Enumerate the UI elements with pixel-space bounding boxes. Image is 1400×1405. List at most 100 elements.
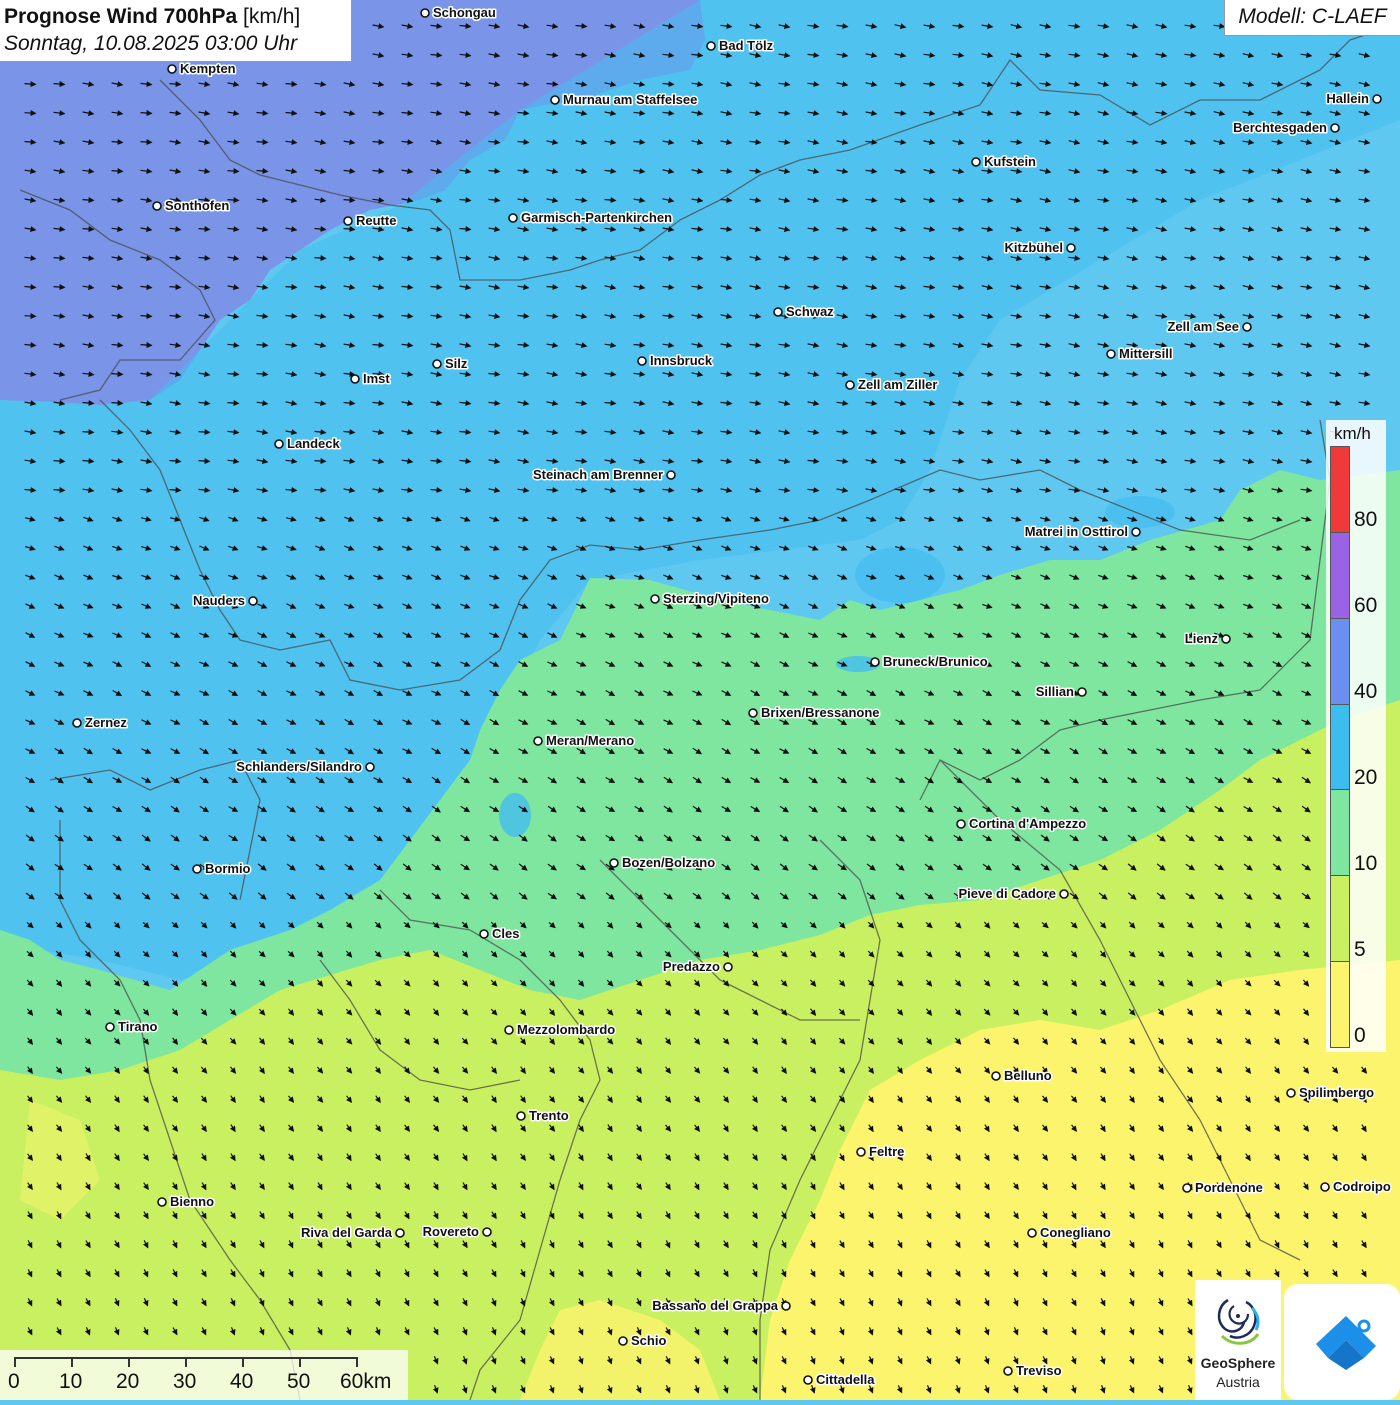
city-dot[interactable] <box>845 380 855 390</box>
city-label: Pieve di Cadore <box>958 886 1056 901</box>
city-label: Berchtesgaden <box>1233 120 1327 135</box>
city-dot[interactable] <box>479 929 489 939</box>
legend-tick: 0 <box>1354 1024 1366 1047</box>
city-dot[interactable] <box>167 64 177 74</box>
city-label: Bozen/Bolzano <box>622 855 715 870</box>
wind-arrow <box>256 139 269 146</box>
city-label: Bad Tölz <box>719 38 774 53</box>
city-dot[interactable] <box>1106 349 1116 359</box>
geosphere-logo[interactable]: GeoSphere Austria <box>1195 1280 1281 1400</box>
city-dot[interactable] <box>504 1025 514 1035</box>
city-label: Nauders <box>193 593 245 608</box>
wind-arrow <box>140 342 153 349</box>
legend-segment <box>1331 532 1349 619</box>
city-dot[interactable] <box>1131 527 1141 537</box>
city-dot[interactable] <box>650 594 660 604</box>
city-dot[interactable] <box>1372 94 1382 104</box>
city-dot[interactable] <box>192 864 202 874</box>
wind-arrow <box>314 255 327 262</box>
city-dot[interactable] <box>152 201 162 211</box>
city-label: Feltre <box>869 1144 904 1159</box>
city-dot[interactable] <box>533 736 543 746</box>
legend-segment <box>1331 962 1349 1048</box>
city-dot[interactable] <box>1182 1183 1192 1193</box>
city-dot[interactable] <box>637 356 647 366</box>
city-label: Treviso <box>1016 1363 1062 1378</box>
wind-arrow <box>111 371 124 378</box>
city-dot[interactable] <box>1330 123 1340 133</box>
city-dot[interactable] <box>1077 687 1087 697</box>
city-label: Riva del Garda <box>301 1225 393 1240</box>
wind-arrow <box>227 400 240 407</box>
legend-tick: 80 <box>1354 508 1378 531</box>
city-dot[interactable] <box>105 1022 115 1032</box>
city-dot[interactable] <box>1286 1088 1296 1098</box>
scale-bar: 0 10 20 30 40 50 60km <box>0 1350 408 1400</box>
wind-arrow <box>169 81 182 88</box>
city-dot[interactable] <box>1059 889 1069 899</box>
city-dot[interactable] <box>432 359 442 369</box>
city-label: Bruneck/Brunico <box>883 654 988 669</box>
city-label: Schongau <box>433 5 496 20</box>
city-dot[interactable] <box>666 470 676 480</box>
city-dot[interactable] <box>350 374 360 384</box>
city-dot[interactable] <box>609 858 619 868</box>
wind-arrow <box>111 168 124 175</box>
city-label: Reutte <box>356 213 396 228</box>
city-dot[interactable] <box>856 1147 866 1157</box>
city-dot[interactable] <box>482 1227 492 1237</box>
model-label: Modell: C-LAEF <box>1224 0 1400 36</box>
city-label: Sonthofen <box>165 198 229 213</box>
legend-segment <box>1331 618 1349 705</box>
wind-arrow <box>53 284 66 291</box>
city-label: Kufstein <box>984 154 1036 169</box>
city-dot[interactable] <box>1066 243 1076 253</box>
wind-arrow <box>140 110 153 117</box>
city-dot[interactable] <box>248 596 258 606</box>
city-dot[interactable] <box>991 1071 1001 1081</box>
city-label: Bassano del Grappa <box>652 1298 778 1313</box>
city-dot[interactable] <box>803 1375 813 1385</box>
city-dot[interactable] <box>1320 1182 1330 1192</box>
wind-arrow <box>82 226 95 233</box>
wind-map[interactable]: Schongau Bad Tölz Kempten Murnau am Staffel… <box>0 0 1400 1400</box>
city-dot[interactable] <box>395 1228 405 1238</box>
city-dot[interactable] <box>971 157 981 167</box>
city-dot[interactable] <box>781 1301 791 1311</box>
app-logo[interactable] <box>1284 1284 1400 1400</box>
wind-arrow <box>314 458 327 465</box>
city-dot[interactable] <box>420 8 430 18</box>
legend-segment <box>1331 704 1349 791</box>
city-dot[interactable] <box>365 762 375 772</box>
city-dot[interactable] <box>1027 1228 1037 1238</box>
weather-app-icon <box>1316 1316 1376 1370</box>
city-dot[interactable] <box>1003 1366 1013 1376</box>
scale-tick <box>185 1357 187 1367</box>
city-dot[interactable] <box>72 718 82 728</box>
city-dot[interactable] <box>956 819 966 829</box>
city-dot[interactable] <box>618 1336 628 1346</box>
city-dot[interactable] <box>343 216 353 226</box>
city-label: Conegliano <box>1040 1225 1111 1240</box>
wind-arrow <box>198 429 211 436</box>
city-dot[interactable] <box>516 1111 526 1121</box>
wind-arrow <box>140 139 153 146</box>
city-label: Zernez <box>85 715 127 730</box>
scale-tick <box>356 1357 358 1367</box>
city-dot[interactable] <box>1221 634 1231 644</box>
city-dot[interactable] <box>508 213 518 223</box>
forecast-datetime: Sonntag, 10.08.2025 03:00 Uhr <box>4 32 298 55</box>
city-dot[interactable] <box>157 1197 167 1207</box>
city-label: Codroipo <box>1333 1179 1391 1194</box>
city-dot[interactable] <box>706 41 716 51</box>
city-dot[interactable] <box>870 657 880 667</box>
city-dot[interactable] <box>274 439 284 449</box>
city-dot[interactable] <box>550 95 560 105</box>
city-dot[interactable] <box>1242 322 1252 332</box>
city-dot[interactable] <box>723 962 733 972</box>
city-label: Zell am See <box>1167 319 1239 334</box>
wind-arrow <box>111 400 124 407</box>
wind-arrow <box>140 313 153 320</box>
city-dot[interactable] <box>773 307 783 317</box>
city-dot[interactable] <box>748 708 758 718</box>
